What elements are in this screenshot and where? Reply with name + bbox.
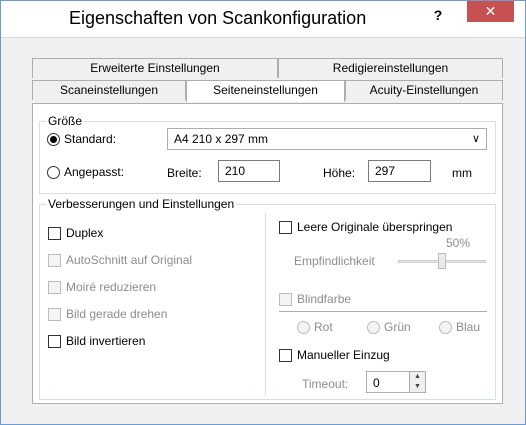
- close-button[interactable]: ✕: [467, 1, 514, 22]
- moire-checkbox[interactable]: [48, 281, 61, 294]
- dropout-checkbox[interactable]: [279, 293, 292, 306]
- help-button[interactable]: ?: [426, 5, 450, 25]
- tab-scaneinstellungen[interactable]: Scaneinstellungen: [32, 80, 186, 100]
- custom-radio[interactable]: [47, 166, 60, 179]
- spin-down-icon[interactable]: ▼: [409, 382, 425, 392]
- standard-size-value: A4 210 x 297 mm: [174, 132, 269, 146]
- dropout-divider: [279, 311, 487, 312]
- timeout-label: Timeout:: [302, 377, 349, 391]
- autocrop-checkbox[interactable]: [48, 254, 61, 267]
- moire-label: Moiré reduzieren: [66, 280, 157, 294]
- deskew-checkbox[interactable]: [48, 308, 61, 321]
- size-group-label: Größe: [46, 114, 85, 128]
- height-label: Höhe:: [323, 166, 356, 180]
- group-divider: [265, 213, 266, 395]
- tab-seiteneinstellungen[interactable]: Seiteneinstellungen: [186, 80, 345, 102]
- dropout-blue-radio[interactable]: [439, 321, 452, 334]
- autocrop-label: AutoSchnitt auf Original: [66, 253, 193, 267]
- sensitivity-value: 50%: [446, 236, 471, 250]
- size-group: Größe Standard: A4 210 x 297 mm ∨ Angepa…: [39, 114, 496, 194]
- width-label: Breite:: [167, 166, 202, 180]
- dropout-blue-label: Blau: [456, 320, 481, 334]
- dropout-green-radio[interactable]: [367, 321, 380, 334]
- standard-size-select[interactable]: A4 210 x 297 mm ∨: [167, 128, 487, 150]
- width-input[interactable]: 210: [218, 160, 280, 182]
- sensitivity-slider-thumb[interactable]: [438, 253, 446, 269]
- manual-feed-checkbox[interactable]: [279, 349, 292, 362]
- unit-label: mm: [452, 166, 472, 180]
- close-icon: ✕: [484, 3, 497, 19]
- standard-label: Standard:: [64, 132, 117, 146]
- chevron-down-icon: ∨: [471, 133, 480, 145]
- dropout-red-radio[interactable]: [297, 321, 310, 334]
- tab-redigiereinstellungen[interactable]: Redigiereinstellungen: [278, 58, 503, 78]
- title-bar: Eigenschaften von Scankonfiguration ? ✕: [1, 1, 525, 38]
- dropout-red-label: Rot: [314, 320, 333, 334]
- height-input[interactable]: 297: [368, 160, 431, 182]
- dropout-label: Blindfarbe: [297, 292, 352, 306]
- dropout-green-label: Grün: [384, 320, 411, 334]
- tab-acuity-einstellungen[interactable]: Acuity-Einstellungen: [345, 80, 503, 100]
- manual-feed-label: Manueller Einzug: [297, 348, 390, 362]
- timeout-value: 0: [373, 376, 380, 390]
- invert-label: Bild invertieren: [66, 334, 146, 348]
- skip-blank-checkbox[interactable]: [279, 221, 292, 234]
- invert-checkbox[interactable]: [48, 335, 61, 348]
- dialog-window: Eigenschaften von Scankonfiguration ? ✕ …: [0, 0, 526, 425]
- enhancements-group-label: Verbesserungen und Einstellungen: [46, 197, 237, 211]
- standard-radio[interactable]: [47, 133, 60, 146]
- deskew-label: Bild gerade drehen: [66, 307, 168, 321]
- tab-erweiterte-einstellungen[interactable]: Erweiterte Einstellungen: [32, 58, 278, 78]
- timeout-spinner[interactable]: 0 ▲ ▼: [366, 371, 426, 393]
- tab-panel: Größe Standard: A4 210 x 297 mm ∨ Angepa…: [32, 103, 503, 404]
- enhancements-group: Verbesserungen und Einstellungen Duplex …: [39, 197, 496, 400]
- sensitivity-label: Empfindlichkeit: [294, 254, 375, 268]
- custom-label: Angepasst:: [64, 165, 125, 179]
- skip-blank-label: Leere Originale überspringen: [297, 220, 453, 234]
- duplex-label: Duplex: [66, 226, 104, 240]
- duplex-checkbox[interactable]: [48, 227, 61, 240]
- window-title: Eigenschaften von Scankonfiguration: [69, 8, 367, 28]
